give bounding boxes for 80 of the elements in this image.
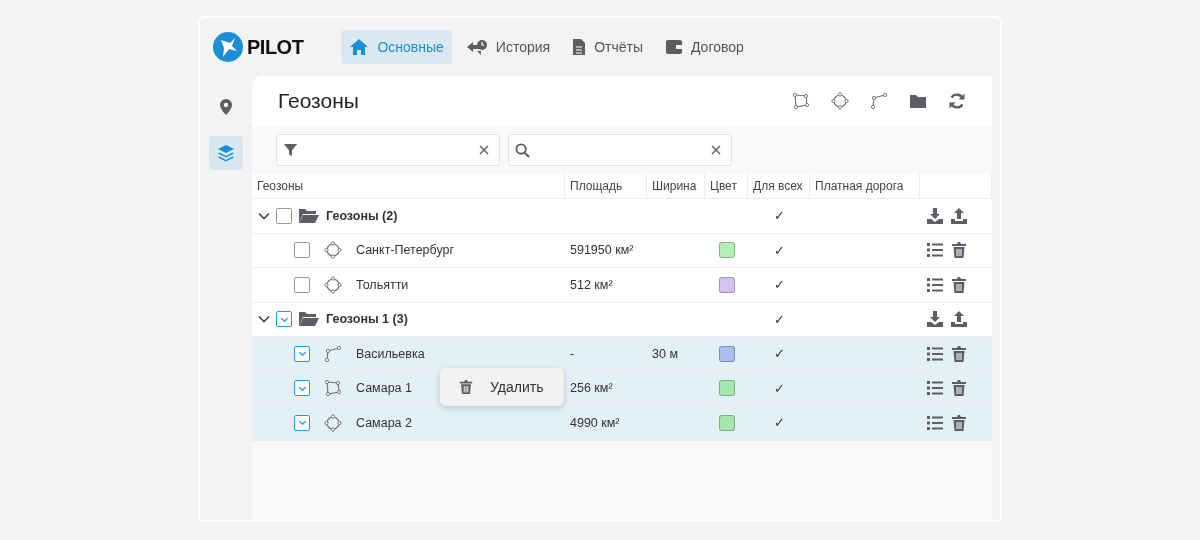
area-text: 4990 км² (570, 415, 620, 430)
delete-menu-item[interactable]: Удалить (440, 368, 564, 406)
polyline-icon (324, 344, 342, 363)
clear-icon[interactable] (711, 145, 721, 155)
filter-field[interactable] (276, 134, 500, 166)
search-field[interactable] (508, 134, 732, 166)
geozone-name: Тольятти (356, 277, 409, 292)
history-icon (465, 38, 488, 56)
check-mark: ✓ (773, 415, 785, 431)
logo-icon (212, 31, 244, 63)
upload-icon[interactable] (950, 206, 968, 225)
polyline-icon[interactable] (870, 92, 888, 110)
geozone-name: Васильевка (356, 346, 425, 361)
list-icon[interactable] (926, 344, 944, 363)
column-header: Для всех (748, 174, 810, 198)
document-icon (572, 38, 587, 56)
layers-icon (217, 144, 235, 162)
wallet-icon (665, 39, 683, 55)
geozone-name: Санкт-Петербург (356, 243, 455, 258)
group-name: Геозоны (2) (326, 208, 398, 223)
group-name: Геозоны 1 (3) (326, 312, 408, 327)
check-mark: ✓ (773, 208, 785, 224)
nav-tab[interactable]: История (457, 30, 559, 64)
trash-icon[interactable] (950, 413, 968, 432)
geozone-name: Самара 2 (356, 415, 412, 430)
polygon-icon[interactable] (792, 92, 810, 110)
area-text: 591950 км² (570, 243, 634, 258)
trash-icon[interactable] (950, 241, 968, 260)
trash-icon[interactable] (950, 344, 968, 363)
clear-icon[interactable] (479, 145, 489, 155)
checkbox[interactable] (276, 207, 292, 224)
area-text: 512 км² (570, 277, 613, 292)
folder-icon[interactable] (909, 92, 927, 110)
list-icon[interactable] (926, 413, 944, 432)
list-icon[interactable] (926, 275, 944, 294)
page-title: Геозоны (278, 89, 360, 113)
map-pin-icon (219, 98, 233, 116)
checkbox[interactable] (276, 311, 292, 328)
checkbox[interactable] (294, 414, 310, 431)
list-icon[interactable] (926, 241, 944, 260)
trash-icon (458, 379, 474, 395)
polygon-icon (324, 379, 342, 398)
folder-icon (298, 311, 320, 328)
check-mark: ✓ (773, 311, 785, 327)
home-icon (349, 38, 370, 56)
checkbox[interactable] (294, 242, 310, 259)
checkbox[interactable] (294, 276, 310, 293)
list-icon[interactable] (926, 379, 944, 398)
column-header: Цвет (705, 174, 748, 198)
check-mark: ✓ (773, 277, 785, 293)
circle-icon (324, 413, 342, 432)
column-header: Геозоны (252, 174, 565, 198)
column-header: Платная дорога (810, 174, 920, 198)
check-mark: ✓ (773, 242, 785, 258)
refresh-icon[interactable] (948, 92, 966, 110)
check-mark: ✓ (773, 346, 785, 362)
checkbox[interactable] (294, 380, 310, 397)
column-header: Площадь (565, 174, 647, 198)
download-icon[interactable] (926, 310, 944, 329)
layers-button[interactable] (209, 136, 243, 170)
check-mark: ✓ (773, 380, 785, 396)
column-header: Ширина (647, 174, 705, 198)
trash-icon[interactable] (950, 379, 968, 398)
circle-icon (324, 241, 342, 260)
search-icon (515, 142, 530, 158)
logo-text: PILOT (247, 35, 304, 59)
checkbox[interactable] (294, 345, 310, 362)
upload-icon[interactable] (950, 310, 968, 329)
circle-icon (324, 275, 342, 294)
nav-tab[interactable]: Отчёты (564, 30, 651, 64)
nav-tab[interactable]: Договор (657, 30, 752, 64)
trash-icon[interactable] (950, 275, 968, 294)
folder-icon (298, 207, 320, 224)
area-text: 256 км² (570, 381, 613, 396)
download-icon[interactable] (926, 206, 944, 225)
filter-icon (283, 142, 298, 158)
geozone-name: Самара 1 (356, 381, 412, 396)
circle-icon[interactable] (831, 92, 849, 110)
area-text: - (570, 346, 575, 361)
width-text: 30 м (652, 346, 678, 361)
